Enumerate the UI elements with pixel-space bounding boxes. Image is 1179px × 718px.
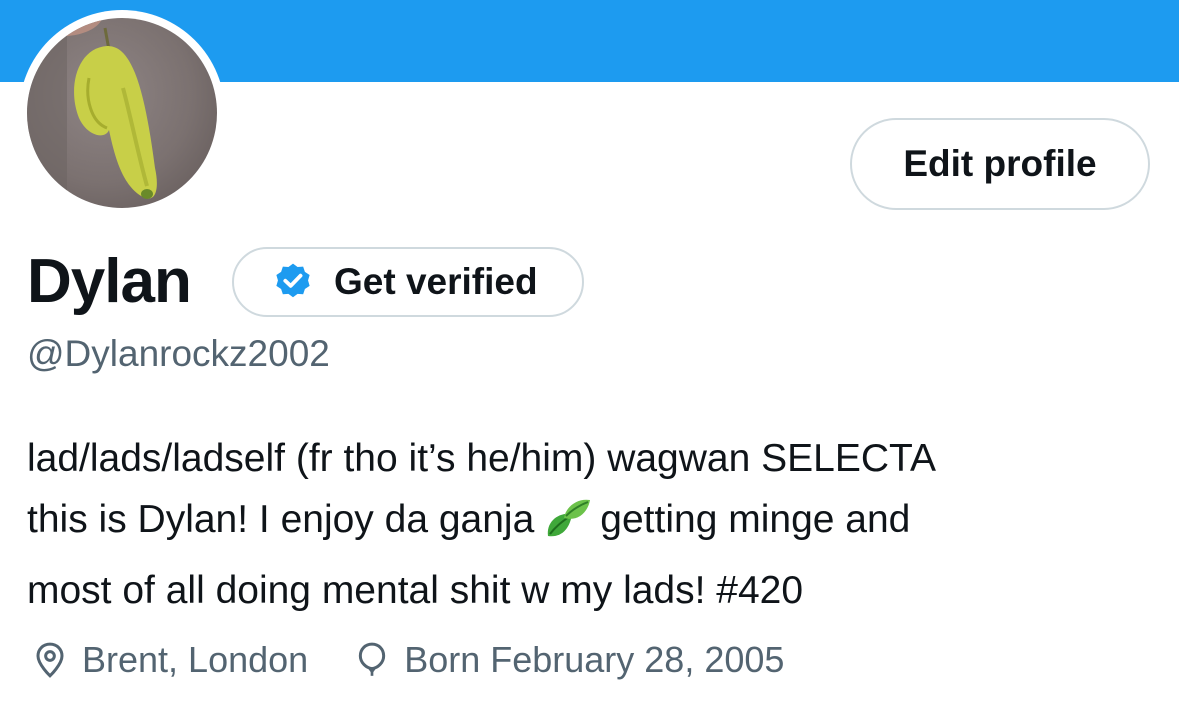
edit-profile-button[interactable]: Edit profile — [850, 118, 1150, 210]
profile-bio: lad/lads/ladself (fr tho it’s he/him) wa… — [27, 428, 1147, 621]
birthday-text: Born February 28, 2005 — [404, 639, 785, 680]
bio-line-3: most of all doing mental shit w my lads!… — [27, 569, 804, 612]
balloon-icon — [359, 642, 386, 676]
profile-page: Edit profile Dylan Get verified @Dylanro… — [0, 0, 1179, 718]
get-verified-label: Get verified — [334, 261, 538, 302]
avatar[interactable] — [27, 18, 217, 208]
location-pin-icon — [36, 642, 64, 678]
bio-line-2-text-start: this is Dylan! I enjoy da ganja — [27, 498, 535, 541]
get-verified-button[interactable]: Get verified — [232, 247, 584, 317]
verified-badge-icon — [276, 263, 310, 298]
location-item: Brent, London — [30, 636, 308, 684]
location-text: Brent, London — [82, 639, 309, 680]
leaf-emoji-icon — [542, 496, 592, 560]
avatar-photo — [27, 18, 157, 208]
user-handle: @Dylanrockz2002 — [27, 333, 330, 374]
birthday-item: Born February 28, 2005 — [352, 636, 784, 684]
bio-line-1: lad/lads/ladself (fr tho it’s he/him) wa… — [27, 437, 936, 480]
bio-line-2: this is Dylan! I enjoy da ganja getting … — [27, 489, 1147, 560]
profile-meta: Brent, London Born February 28, 2005 — [30, 636, 784, 684]
bio-line-2-text-end: getting minge and — [600, 498, 911, 541]
display-name: Dylan — [27, 247, 192, 316]
